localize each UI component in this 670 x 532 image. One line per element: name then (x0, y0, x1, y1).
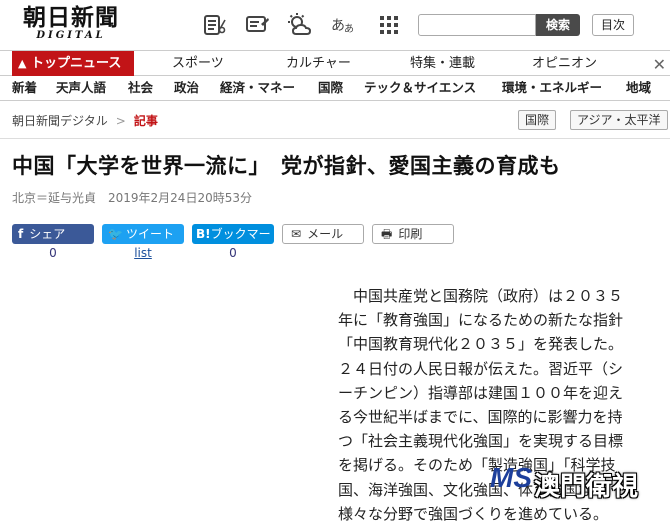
nav-international[interactable]: 国際 (318, 76, 343, 100)
weather-icon[interactable] (286, 12, 312, 38)
font-size-icon[interactable]: あ あ (330, 12, 356, 38)
watermark-ms: MS (490, 462, 532, 493)
nav-region[interactable]: 地域 (626, 76, 651, 100)
twitter-share-label: ツイート (125, 227, 174, 241)
secondary-nav: 新着 天声人語 社会 政治 経済・マネー 国際 テック＆サイエンス 環境・エネル… (0, 76, 670, 101)
facebook-share-count: 0 (49, 246, 57, 260)
menu-grid-icon[interactable] (376, 12, 402, 38)
facebook-share-label: シェア (29, 227, 66, 241)
article-line: ２４日付の人民日報が伝えた。習近平（シ (338, 359, 624, 378)
hatena-bookmark-label: ブックマー (210, 227, 271, 241)
nav-tech-science[interactable]: テック＆サイエンス (364, 76, 476, 100)
search-button[interactable]: 検索 (536, 14, 580, 36)
divider (0, 138, 670, 139)
article-byline: 北京＝延与光貞 2019年2月24日20時53分 (12, 191, 252, 205)
article-line: 中国共産党と国務院（政府）は２０３５ (353, 287, 624, 305)
nav-opinion[interactable]: オピニオン (532, 51, 597, 76)
tag-asia-pacific[interactable]: アジア・太平洋 (570, 110, 668, 130)
nav-new[interactable]: 新着 (12, 76, 37, 100)
nav-top-news-label: トップニュース (31, 56, 122, 71)
hatena-icon: B! (196, 227, 211, 241)
nav-politics[interactable]: 政治 (174, 76, 199, 100)
article-line: る今世紀半ばまでに、国際的に影響力を持 (338, 408, 623, 427)
hatena-bookmark-count: 0 (229, 246, 237, 260)
close-icon[interactable]: ✕ (653, 55, 666, 74)
tag-international[interactable]: 国際 (518, 110, 557, 130)
nav-society[interactable]: 社会 (128, 76, 153, 100)
article-line: 年に「教育強国」になるための新たな指針 (338, 311, 624, 330)
article-line: 様々な分野で強国づくりを進めている。 (338, 504, 609, 523)
breadcrumb: 朝日新聞デジタル > 記事 (12, 112, 158, 129)
primary-nav: ▲ トップニュース スポーツ カルチャー 特集・連載 オピニオン ✕ (0, 50, 670, 76)
article-line: ーチンピン）指導部は建国１００年を迎え (338, 383, 624, 402)
mail-icon: ✉ (291, 227, 302, 241)
mail-button[interactable]: ✉ メール (282, 224, 364, 244)
breadcrumb-home[interactable]: 朝日新聞デジタル (12, 114, 108, 128)
twitter-share-button[interactable]: 🐦 ツイート (102, 224, 184, 244)
hatena-bookmark-button[interactable]: B!ブックマー (192, 224, 274, 244)
scrap-icon[interactable] (244, 12, 270, 38)
twitter-icon: 🐦 (108, 227, 123, 241)
article-line: 「中国教育現代化２０３５」を発表した。 (338, 335, 624, 354)
breadcrumb-current: 記事 (133, 114, 158, 128)
article-title: 中国「大学を世界一流に」 党が指針、愛国主義の育成も (12, 154, 561, 178)
newspaper-icon[interactable] (202, 12, 228, 38)
nav-environment[interactable]: 環境・エネルギー (502, 76, 602, 100)
site-logo[interactable]: 朝日新聞 DIGITAL (12, 6, 130, 44)
site-header: 朝日新聞 DIGITAL あ あ 検索 目次 (0, 0, 670, 50)
nav-features[interactable]: 特集・連載 (410, 51, 475, 76)
home-icon: ▲ (18, 57, 27, 70)
facebook-icon: f (18, 227, 24, 241)
toc-button[interactable]: 目次 (592, 14, 634, 36)
article-line: つ「社会主義現代化強国」を実現する目標 (338, 432, 624, 451)
nav-culture[interactable]: カルチャー (286, 51, 351, 76)
nav-top-news[interactable]: ▲ トップニュース (12, 51, 134, 76)
facebook-share-button[interactable]: f シェア (12, 224, 94, 244)
mail-label: メール (307, 227, 344, 241)
svg-text:あ: あ (344, 23, 354, 35)
print-button[interactable]: 🖶 印刷 (372, 224, 454, 244)
search-input[interactable] (418, 14, 536, 36)
breadcrumb-separator: > (115, 114, 126, 128)
nav-sports[interactable]: スポーツ (172, 51, 224, 76)
watermark-text: 澳門衛視 (534, 472, 639, 502)
svg-text:あ: あ (331, 18, 345, 34)
twitter-list-link[interactable]: list (102, 246, 184, 260)
watermark-logo: MS 澳門衛視 (490, 462, 640, 502)
print-icon: 🖶 (381, 227, 393, 241)
nav-tenseijingo[interactable]: 天声人語 (56, 76, 106, 100)
logo-main: 朝日新聞 (23, 4, 119, 31)
logo-sub: DIGITAL (36, 30, 106, 41)
nav-economy[interactable]: 経済・マネー (220, 76, 295, 100)
print-label: 印刷 (398, 227, 423, 241)
